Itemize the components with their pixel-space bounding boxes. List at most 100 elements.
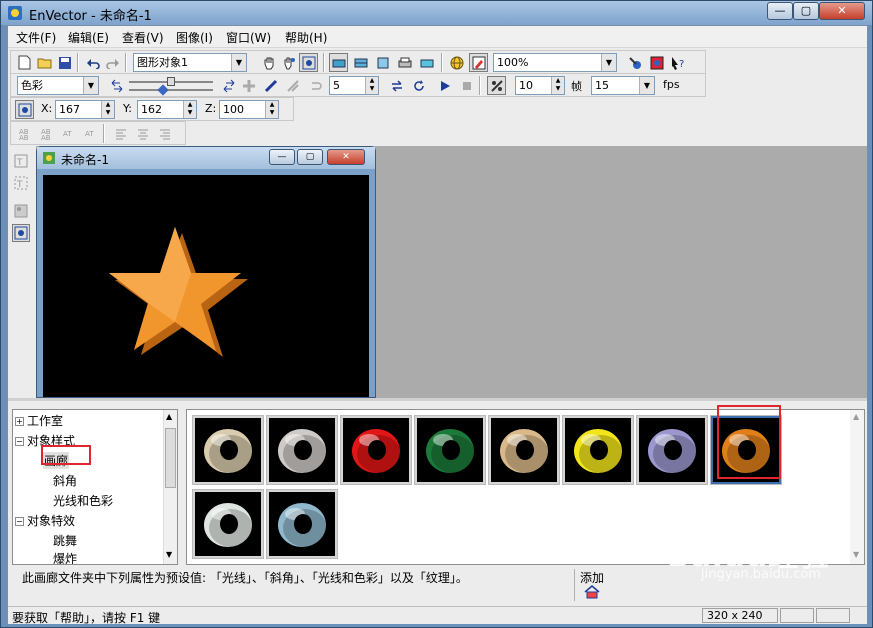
menu-file[interactable]: 文件(F) [16,29,56,46]
fps-select[interactable]: 15 ▼ [591,76,655,95]
ring-thumbnail-cream[interactable] [192,415,264,485]
image-tool-icon[interactable] [12,202,30,220]
document-window[interactable]: 未命名-1 — ▢ ✕ [36,146,376,398]
undo-icon[interactable] [83,53,102,72]
text-spacing-icon[interactable]: AB AB [15,124,34,143]
material-icon[interactable] [647,53,666,72]
zoom-select[interactable]: 100% ▼ [493,53,617,72]
spinner-arrows-icon[interactable]: ▲ ▼ [183,101,196,118]
zoom-out-arrows-icon[interactable] [107,76,126,95]
stop-icon[interactable] [457,76,476,95]
text-baseline-down-icon[interactable]: AT [81,124,100,143]
align-center-icon[interactable] [133,124,152,143]
new-file-icon[interactable] [15,53,34,72]
color-select[interactable]: 色彩 ▼ [17,76,99,95]
spinner-arrows-icon[interactable]: ▲ ▼ [265,101,278,118]
document-title-bar[interactable]: 未命名-1 — ▢ ✕ [37,147,375,169]
rewind-circle-icon[interactable] [409,76,428,95]
minimize-button[interactable]: — [767,2,793,20]
menu-help[interactable]: 帮助(H) [285,29,327,46]
context-help-icon[interactable]: ? [669,53,688,72]
star-shape[interactable] [43,175,369,397]
menu-edit[interactable]: 编辑(E) [68,29,109,46]
ring-thumbnail-white[interactable] [192,489,264,559]
gallery-scrollbar[interactable]: ▲ ▼ [850,410,864,564]
text-frame-icon[interactable]: T [12,174,30,192]
steps-spinner[interactable]: 5 ▲ ▼ [329,76,379,95]
collapse-icon[interactable]: − [15,517,24,526]
frames-spinner[interactable]: 10 ▲ ▼ [515,76,565,95]
scroll-down-icon[interactable]: ▼ [166,550,172,559]
ring-thumbnail-silver[interactable] [266,415,338,485]
menu-image[interactable]: 图像(I) [176,29,213,46]
ring-thumbnail-lavender[interactable] [636,415,708,485]
play-icon[interactable] [435,76,454,95]
align-left-icon[interactable] [111,124,130,143]
select-object-icon[interactable] [12,224,30,242]
tree-item-studio[interactable]: + 工作室 [15,412,63,429]
save-disk-icon[interactable] [55,53,74,72]
spinner-arrows-icon[interactable]: ▲ ▼ [551,77,564,94]
ring-thumbnail-red[interactable] [340,415,412,485]
rotate-hand-icon[interactable] [279,53,298,72]
swap-arrows-icon[interactable] [387,76,406,95]
maximize-button[interactable]: ▢ [793,2,819,20]
tree-scrollbar[interactable]: ▲ ▼ [163,410,177,564]
text-baseline-up-icon[interactable]: AT [59,124,78,143]
doc-maximize-button[interactable]: ▢ [297,149,323,165]
edit-frame-icon[interactable] [469,53,488,72]
collapse-icon[interactable]: − [15,437,24,446]
redo-icon[interactable] [103,53,122,72]
render-canvas[interactable] [43,175,369,397]
doc-minimize-button[interactable]: — [269,149,295,165]
ring-thumbnail-green[interactable] [414,415,486,485]
add-point-icon[interactable] [239,76,258,95]
object-select-icon[interactable] [299,53,318,72]
tree-item-bevel[interactable]: 斜角 [53,472,77,489]
scroll-up-icon[interactable]: ▲ [853,412,859,421]
spinner-arrows-icon[interactable]: ▲ ▼ [365,77,378,94]
depth-slider[interactable] [129,77,213,96]
slider-thumb[interactable] [167,77,175,86]
object-select[interactable]: 图形对象1 ▼ [133,53,247,72]
tree-item-dance[interactable]: 跳舞 [53,532,77,549]
text-tool-icon[interactable]: T [12,152,30,170]
x-spinner[interactable]: 167 ▲ ▼ [55,100,115,119]
slider-thumb[interactable] [157,84,169,96]
align-right-icon[interactable] [155,124,174,143]
print-icon[interactable] [395,53,414,72]
open-folder-icon[interactable] [35,53,54,72]
percent-tool-icon[interactable] [487,76,506,95]
position-target-icon[interactable] [15,100,34,119]
scatter-tool-icon[interactable] [283,76,302,95]
view-front-icon[interactable] [329,53,348,72]
tree-item-object-effects[interactable]: − 对象特效 [15,512,75,529]
line-tool-icon[interactable] [261,76,280,95]
title-bar[interactable]: EnVector - 未命名-1 — ▢ ✕ [1,1,872,25]
zoom-in-arrows-icon[interactable] [219,76,238,95]
tree-item-light-color[interactable]: 光线和色彩 [53,492,113,509]
z-spinner[interactable]: 100 ▲ ▼ [219,100,279,119]
close-button[interactable]: ✕ [819,2,865,20]
view-side-icon[interactable] [351,53,370,72]
scrollbar-thumb[interactable] [165,428,176,488]
expand-icon[interactable]: + [15,417,24,426]
menu-view[interactable]: 查看(V) [122,29,164,46]
brush-globe-icon[interactable] [625,53,644,72]
add-house-icon[interactable] [584,585,600,599]
view-back-icon[interactable] [417,53,436,72]
y-spinner[interactable]: 162 ▲ ▼ [137,100,197,119]
view-top-icon[interactable] [373,53,392,72]
ring-thumbnail-tan[interactable] [488,415,560,485]
scroll-down-icon[interactable]: ▼ [853,550,859,559]
add-label[interactable]: 添加 [580,569,604,586]
globe-icon[interactable] [447,53,466,72]
ring-thumbnail-yellow[interactable] [562,415,634,485]
doc-close-button[interactable]: ✕ [327,149,365,165]
loop-back-icon[interactable] [305,76,324,95]
ring-thumbnail-light-blue[interactable] [266,489,338,559]
menu-window[interactable]: 窗口(W) [226,29,271,46]
text-tracking-icon[interactable]: AB AB [37,124,56,143]
spinner-arrows-icon[interactable]: ▲ ▼ [101,101,114,118]
hand-pan-icon[interactable] [259,53,278,72]
